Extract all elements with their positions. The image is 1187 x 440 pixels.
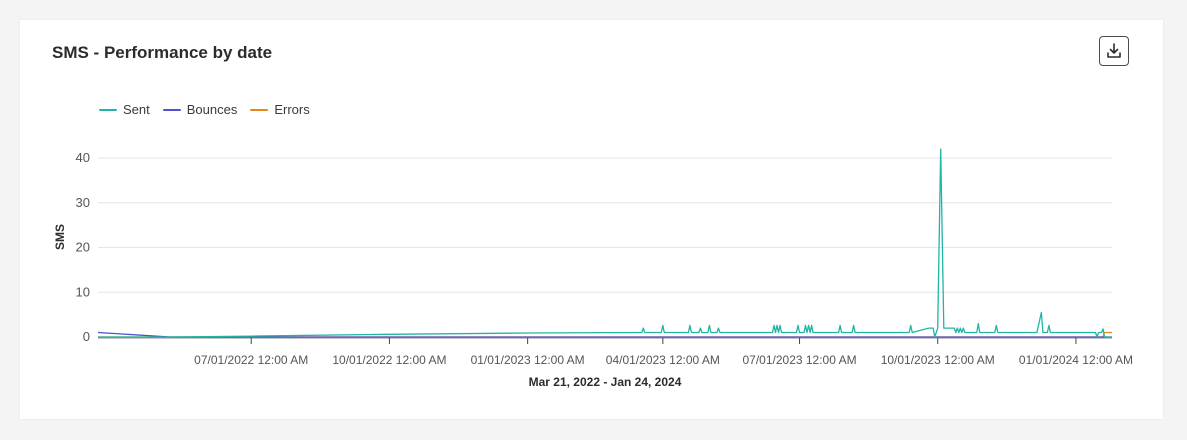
grid-lines (98, 157, 1112, 339)
y-axis-ticks: 0 10 20 30 40 (76, 150, 90, 344)
chart-card: SMS - Performance by date Sent Bounces E… (20, 20, 1163, 419)
x-axis-label: Mar 21, 2022 - Jan 24, 2024 (529, 375, 682, 389)
series-line-sent[interactable] (98, 148, 1112, 338)
y-tick-label: 0 (83, 329, 90, 344)
y-axis-label: SMS (53, 224, 67, 250)
x-tick-label: 01/01/2023 12:00 AM (471, 353, 585, 367)
x-tick-label: 07/01/2022 12:00 AM (194, 353, 308, 367)
y-tick-label: 40 (76, 150, 90, 165)
y-tick-label: 10 (76, 284, 90, 299)
y-tick-label: 20 (76, 240, 90, 255)
line-chart: 0 10 20 30 40 07/01/2022 12:00 AM 10/01/2022 … (53, 148, 1133, 389)
series-lines (97, 148, 1112, 338)
x-tick-label: 10/01/2023 12:00 AM (881, 353, 995, 367)
x-tick-label: 10/01/2022 12:00 AM (332, 353, 446, 367)
y-tick-label: 30 (76, 195, 90, 210)
x-tick-label: 07/01/2023 12:00 AM (742, 353, 856, 367)
x-tick-label: 04/01/2023 12:00 AM (606, 353, 720, 367)
x-tick-label: 01/01/2024 12:00 AM (1019, 353, 1133, 367)
x-axis-ticks: 07/01/2022 12:00 AM 10/01/2022 12:00 AM 01… (194, 338, 1133, 367)
